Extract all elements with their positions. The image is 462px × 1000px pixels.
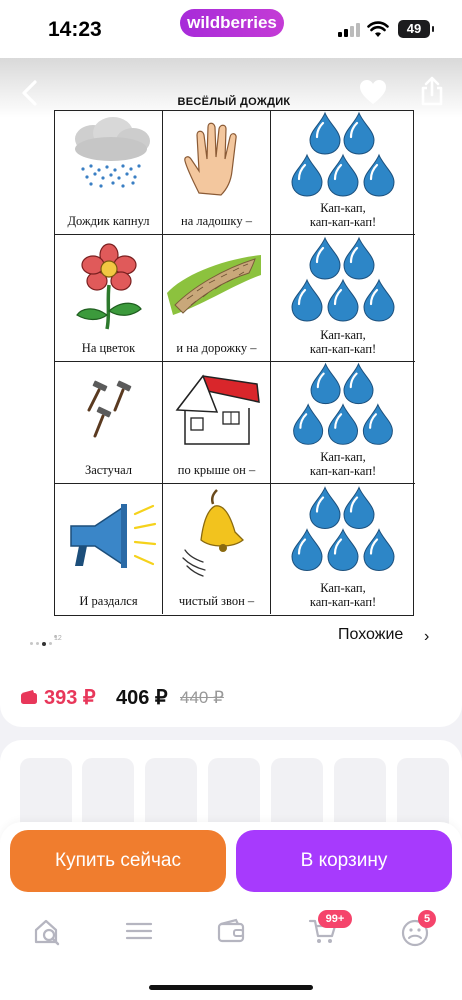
gallery-pagination: 12 — [30, 635, 70, 648]
poem-line: и на дорожку – — [176, 341, 257, 355]
raindrop-icon — [291, 528, 323, 572]
bell-icon — [182, 489, 244, 577]
grid-cell: по крыше он – — [163, 362, 271, 484]
flower-icon — [76, 243, 142, 330]
raindrop-icon — [343, 236, 375, 280]
raindrop-icon — [343, 362, 374, 405]
grid-cell: Застучал — [55, 362, 163, 484]
raindrop-icon — [309, 111, 341, 155]
status-bar: 14:23 wildberries 49 — [0, 0, 462, 58]
catalog-menu-icon[interactable] — [124, 916, 154, 946]
image-title: ВЕСЁЛЫЙ ДОЖДИК — [177, 96, 291, 108]
raindrops-icon — [293, 362, 393, 445]
grid-cell: и на дорожку – — [163, 235, 271, 362]
poem-line: На цветок — [81, 341, 136, 355]
grid-cell: Дождик капнул — [55, 111, 163, 235]
house-icon — [175, 374, 260, 445]
wallet-tab-icon[interactable] — [216, 916, 246, 946]
raindrop-icon — [363, 528, 395, 572]
grid-cell: И раздался — [55, 484, 163, 614]
raindrop-icon — [362, 403, 393, 445]
poem-line: чистый звон – — [178, 594, 255, 608]
poem-line: по крыше он – — [177, 463, 256, 477]
product-image: ВЕСЁЛЫЙ ДОЖДИК Дождик капнул на ладошку … — [54, 96, 415, 616]
refrain: Кап-кап, кап-кап-кап! — [309, 328, 377, 356]
price-secondary: 406 ₽ — [116, 687, 168, 709]
wifi-icon — [367, 21, 389, 37]
action-bar: Купить сейчас В корзину — [0, 822, 462, 892]
price-old: 440 ₽ — [180, 688, 224, 707]
poem-line: Дождик капнул — [67, 214, 150, 228]
raindrop-icon — [343, 111, 375, 155]
raindrop-icon — [309, 236, 341, 280]
clock: 14:23 — [48, 18, 102, 41]
add-to-cart-button[interactable]: В корзину — [236, 830, 452, 892]
raindrops-icon — [291, 111, 395, 197]
raindrops-icon — [291, 236, 395, 322]
grid-cell: Кап-кап, кап-кап-кап! — [271, 484, 415, 614]
price-card: 393 ₽ 406 ₽ 440 ₽ — [0, 655, 462, 727]
refrain: Кап-кап, кап-кап-кап! — [309, 581, 377, 609]
battery-icon: 49 — [398, 20, 434, 38]
raindrop-icon — [363, 278, 395, 322]
poem-line: И раздался — [79, 594, 138, 608]
product-gallery[interactable]: ВЕСЁЛЫЙ ДОЖДИК Дождик капнул на ладошку … — [0, 58, 462, 655]
profile-badge: 5 — [418, 910, 436, 928]
rain-cloud-icon — [75, 117, 150, 188]
similar-link[interactable]: Похожие — [338, 626, 403, 644]
brand-logo[interactable]: wildberries — [180, 9, 284, 37]
tab-bar: 99+ 5 — [0, 892, 462, 1000]
hammers-icon — [87, 380, 132, 438]
chevron-right-icon[interactable]: › — [424, 628, 429, 646]
cart-badge: 99+ — [318, 910, 352, 928]
raindrop-icon — [310, 362, 341, 405]
grid-cell: На цветок — [55, 235, 163, 362]
raindrop-icon — [293, 403, 324, 445]
grid-cell: чистый звон – — [163, 484, 271, 614]
back-button[interactable] — [18, 78, 42, 108]
buy-now-button[interactable]: Купить сейчас — [10, 830, 226, 892]
raindrop-icon — [327, 403, 359, 445]
raindrop-icon — [291, 278, 323, 322]
home-indicator — [149, 985, 313, 990]
poem-line: на ладошку – — [181, 214, 252, 228]
price-current: 393 ₽ — [44, 687, 96, 709]
raindrop-icon — [327, 278, 359, 322]
raindrop-icon — [363, 153, 395, 197]
hand-icon — [184, 122, 237, 196]
page-number: 12 — [54, 635, 62, 642]
share-icon[interactable] — [420, 76, 444, 106]
refrain: Кап-кап, кап-кап-кап! — [309, 201, 377, 229]
raindrops-icon — [291, 486, 395, 572]
refrain: Кап-кап, кап-кап-кап! — [309, 450, 377, 478]
wallet-icon — [21, 690, 37, 704]
raindrop-icon — [327, 153, 359, 197]
grid-cell: Кап-кап, кап-кап-кап! — [271, 362, 415, 484]
raindrop-icon — [327, 528, 359, 572]
grid-cell: Кап-кап, кап-кап-кап! — [271, 111, 415, 235]
path-icon — [167, 255, 261, 315]
grid-cell: Кап-кап, кап-кап-кап! — [271, 235, 415, 362]
raindrop-icon — [343, 486, 375, 530]
raindrop-icon — [291, 153, 323, 197]
raindrop-icon — [309, 486, 341, 530]
poem-line: Застучал — [84, 463, 133, 477]
signal-icon — [338, 23, 360, 37]
poem-grid: Дождик капнул на ладошку – Кап-кап, кап-… — [54, 110, 415, 616]
home-search-icon[interactable] — [32, 916, 62, 946]
product-screen: 14:23 wildberries 49 ВЕСЁЛЫЙ ДОЖДИК Дожд… — [0, 0, 462, 1000]
grid-cell: на ладошку – — [163, 111, 271, 235]
megaphone-icon — [70, 504, 157, 568]
